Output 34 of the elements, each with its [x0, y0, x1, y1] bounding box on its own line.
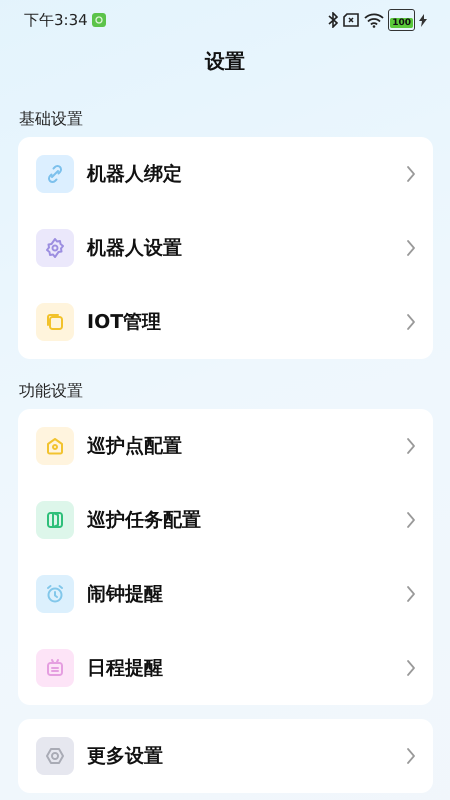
settings-item[interactable]: IOT管理 — [18, 285, 433, 359]
chevron-right-icon — [406, 313, 416, 331]
settings-item[interactable]: 巡护点配置 — [18, 409, 433, 483]
chevron-right-icon — [406, 511, 416, 529]
layers-icon — [36, 303, 74, 341]
section-heading: 功能设置 — [19, 380, 84, 402]
bluetooth-icon — [328, 12, 338, 28]
battery-indicator: 100 — [388, 9, 415, 31]
house-icon — [36, 427, 74, 465]
page-title: 设置 — [204, 48, 246, 75]
settings-item[interactable]: 闹钟提醒 — [18, 557, 433, 631]
settings-item[interactable]: 更多设置 — [18, 719, 433, 793]
section-heading: 基础设置 — [19, 108, 84, 130]
settings-item[interactable]: 机器人设置 — [18, 211, 433, 285]
link-icon — [36, 155, 74, 193]
chevron-right-icon — [406, 747, 416, 765]
alarm-clock-icon — [36, 575, 74, 613]
no-sim-icon — [342, 13, 360, 27]
chevron-right-icon — [406, 437, 416, 455]
status-time: 下午3:34 — [24, 10, 88, 30]
settings-item[interactable]: 日程提醒 — [18, 631, 433, 705]
door-icon — [36, 501, 74, 539]
app-notification-icon — [92, 13, 106, 27]
settings-item[interactable]: 巡护任务配置 — [18, 483, 433, 557]
settings-item[interactable]: 机器人绑定 — [18, 137, 433, 211]
charging-bolt-icon — [419, 14, 427, 26]
gear-icon — [36, 229, 74, 267]
hexagon-nut-icon — [36, 737, 74, 775]
calendar-icon — [36, 649, 74, 687]
chevron-right-icon — [406, 239, 416, 257]
chevron-right-icon — [406, 659, 416, 677]
chevron-right-icon — [406, 585, 416, 603]
wifi-icon — [364, 12, 384, 28]
chevron-right-icon — [406, 165, 416, 183]
